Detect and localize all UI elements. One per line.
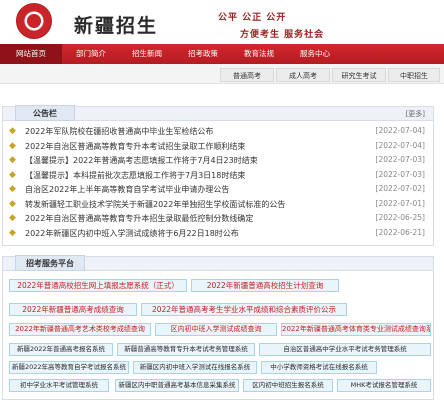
main-nav: 网站首页 部门简介 招生新闻 招考政策 教育法规 服务中心 <box>0 44 444 64</box>
service-link-button[interactable]: 2022年新疆普通高校招生计划查询 <box>191 279 339 292</box>
notice-date: [2022-07-03] <box>375 169 425 179</box>
notice-title[interactable]: 【温馨提示】本科提前批次志愿填报工作将于7月3日18时结束 <box>25 170 245 181</box>
notice-title[interactable]: 自治区2022年上半年高等教育自学考试毕业申请办理公告 <box>25 184 229 195</box>
notice-bullet-icon: ◆ <box>9 169 16 180</box>
notice-bullet-icon: ◆ <box>9 227 16 238</box>
notice-item[interactable]: ◆ 【温馨提示】本科提前批次志愿填报工作将于7月3日18时结束 [2022-07-0… <box>3 169 433 182</box>
notice-item[interactable]: ◆ 自治区2022年上半年高等教育自学考试毕业申请办理公告 [2022-07-02] <box>3 183 433 196</box>
service-panel-header: 招考服务平台 <box>3 255 433 271</box>
notice-date: [2022-06-25] <box>375 213 425 222</box>
notice-date: [2022-07-04] <box>375 126 425 135</box>
notice-title[interactable]: 2022年新疆区内初中班入学测试成绩将于6月22日18时公布 <box>25 228 239 239</box>
notice-title[interactable]: 2022年自治区普通高等教育专升本考试招生录取工作顺利结束 <box>25 141 245 152</box>
slogan-line-2: 方便考生 服务社会 <box>240 30 325 40</box>
notice-date: [2022-07-02] <box>375 184 425 193</box>
tab-graduate-exam[interactable]: 研究生考试 <box>332 68 386 82</box>
notice-bullet-icon: ◆ <box>9 126 16 136</box>
more-link[interactable]: [更多] <box>406 109 425 119</box>
nav-item-policy[interactable]: 招考政策 <box>176 44 230 64</box>
notice-date: [2022-07-01] <box>375 198 425 208</box>
notice-date: [2022-07-03] <box>375 155 425 164</box>
nav-item-departments[interactable]: 部门简介 <box>64 44 118 64</box>
service-link-button[interactable]: 初中学业水平考试管理系统 <box>9 379 109 392</box>
notice-item[interactable]: ◆ 2022年自治区普通高等教育专升本考试招生录取工作顺利结束 [2022-07-0… <box>3 140 433 153</box>
service-link-button[interactable]: 2022年普通高考考生学业水平成绩和综合素质评价公示 <box>141 303 347 316</box>
site-title: 新疆招生 <box>74 15 159 37</box>
sub-nav: 普通高考 成人高考 研究生考试 中职招生 <box>0 64 444 84</box>
notice-title[interactable]: 2022年军队院校在疆招收普通高中毕业生军检结公布 <box>25 126 213 137</box>
service-link-button[interactable]: 新疆普通高等教育专升本考试考务管理系统 <box>117 343 255 356</box>
service-link-button[interactable]: 2022年普通高校招生网上填报志愿系统（正式） <box>9 279 187 292</box>
logo-emblem-icon <box>16 3 52 39</box>
slogan-line-1: 公平 公正 公开 <box>218 13 287 23</box>
nav-item-home[interactable]: 网站首页 <box>0 44 62 64</box>
service-link-button[interactable]: MHK考试报名管理系统 <box>337 379 431 392</box>
nav-item-service[interactable]: 服务中心 <box>288 44 342 64</box>
notice-item[interactable]: ◆ 2022年自治区普通高等教育专升本招生录取最低控制分数线确定 [2022-06-… <box>3 212 433 225</box>
notice-bullet-icon: ◆ <box>9 213 16 223</box>
notice-date: [2022-06-21] <box>375 227 425 237</box>
notice-panel: 公告栏 [更多] ◆ 2022年军队院校在疆招收普通高中毕业生军检结公布 [2022… <box>2 105 434 246</box>
notice-tab[interactable]: 公告栏 <box>15 105 75 121</box>
notice-bullet-icon: ◆ <box>9 140 16 151</box>
notice-bullet-icon: ◆ <box>9 155 16 165</box>
nav-item-regulations[interactable]: 教育法规 <box>232 44 286 64</box>
service-link-button[interactable]: 新疆2022年普通高考报名系统 <box>9 343 113 356</box>
notice-date: [2022-07-04] <box>375 140 425 150</box>
service-link-button[interactable]: 中小学教师资格考试在线报名系统 <box>261 361 377 374</box>
site-header: 新疆招生 公平 公正 公开 方便考生 服务社会 <box>0 0 444 44</box>
service-platform-panel: 招考服务平台 2022年普通高校招生网上填报志愿系统（正式） 2022年新疆普通高… <box>2 255 434 400</box>
tab-adult-exam[interactable]: 成人高考 <box>276 68 330 82</box>
notice-title[interactable]: 【温馨提示】2022年普通高考志愿填报工作将于7月4日23时结束 <box>25 155 258 166</box>
notice-bullet-icon: ◆ <box>9 198 16 209</box>
notice-item[interactable]: ◆ 2022年新疆区内初中班入学测试成绩将于6月22日18时公布 [2022-06-… <box>3 227 433 240</box>
notice-item[interactable]: ◆ 转发新疆轻工职业技术学院关于新疆2022年单独招生学校面试标准的公告 [2022… <box>3 198 433 211</box>
notice-title[interactable]: 2022年自治区普通高等教育专升本招生录取最低控制分数线确定 <box>25 213 253 224</box>
service-link-button[interactable]: 区内初中班招生报名系统 <box>243 379 333 392</box>
service-link-button[interactable]: 新疆区内初中班入学测试在线报名系统 <box>133 361 257 374</box>
service-link-button[interactable]: 新疆2022年高等教育自学考试报名系统 <box>9 361 129 374</box>
notice-title[interactable]: 转发新疆轻工职业技术学院关于新疆2022年单独招生学校面试标准的公告 <box>25 199 285 210</box>
service-link-button[interactable]: 2022年新疆普通高考体育类专业测试成绩查询系统 <box>281 323 431 336</box>
notice-bullet-icon: ◆ <box>9 184 16 194</box>
service-link-button[interactable]: 自治区普通高中学业水平考试考务管理系统 <box>259 343 431 356</box>
notice-panel-header: 公告栏 [更多] <box>3 105 433 121</box>
notice-item[interactable]: ◆ 【温馨提示】2022年普通高考志愿填报工作将于7月4日23时结束 [2022-0… <box>3 154 433 167</box>
tab-college-exam[interactable]: 普通高考 <box>220 68 274 82</box>
notice-item[interactable]: ◆ 2022年军队院校在疆招收普通高中毕业生军检结公布 [2022-07-04] <box>3 125 433 138</box>
service-tab[interactable]: 招考服务平台 <box>15 255 85 271</box>
service-link-button[interactable]: 区内初中班入学测试成绩查询 <box>155 323 277 336</box>
service-link-button[interactable]: 2022年新疆普通高考成绩查询 <box>9 303 137 316</box>
service-link-button[interactable]: 新疆区内中职普通高考基本信息采集系统 <box>115 379 239 392</box>
tab-vocational[interactable]: 中职招生 <box>388 68 440 82</box>
nav-item-news[interactable]: 招生新闻 <box>120 44 174 64</box>
service-link-button[interactable]: 2022年新疆普通高考艺术类校考成绩查询 <box>9 323 151 336</box>
